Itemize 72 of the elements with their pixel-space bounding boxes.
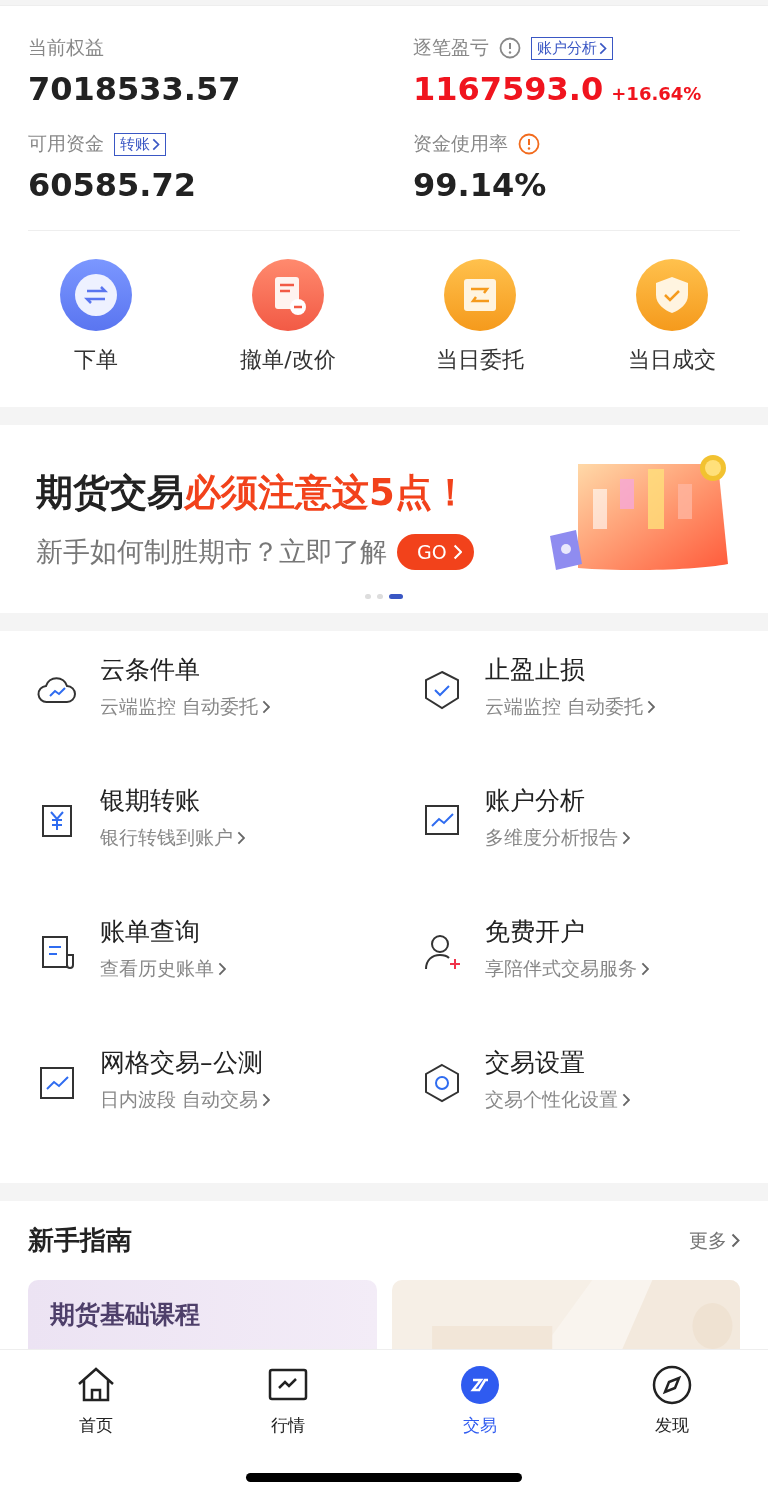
chevron-right-icon: [622, 831, 631, 845]
card-title: 期货基础课程: [50, 1300, 200, 1329]
chevron-right-icon: [599, 41, 607, 55]
banner-highlight: 必须注意这5点！: [184, 470, 469, 516]
chevron-right-icon: [731, 1233, 740, 1248]
chevron-right-icon: [262, 1093, 271, 1107]
chevron-right-icon: [218, 962, 227, 976]
tool-subtitle: 享陪伴式交易服务: [485, 956, 637, 981]
quick-action[interactable]: 当日委托: [384, 259, 576, 375]
quick-action[interactable]: 当日成交: [576, 259, 768, 375]
banner-title: 期货交易: [36, 470, 184, 516]
tool-title: 止盈止损: [485, 654, 586, 686]
compass-icon: [651, 1364, 693, 1406]
tool-title: 银期转账: [100, 785, 201, 817]
stat-value: 1167593.0: [413, 70, 604, 108]
more-link[interactable]: 更多: [689, 1227, 740, 1254]
swap-document-icon: [444, 259, 516, 331]
tool-subtitle: 交易个性化设置: [485, 1087, 618, 1112]
tab[interactable]: 交易: [384, 1364, 576, 1437]
tool-subtitle: 日内波段 自动交易: [100, 1087, 259, 1112]
tool-subtitle: 云端监控 自动委托: [100, 694, 259, 719]
tool-item[interactable]: 网格交易–公测 日内波段 自动交易: [34, 1046, 419, 1177]
chevron-right-icon: [262, 700, 271, 714]
tool-item[interactable]: 云条件单 云端监控 自动委托: [34, 653, 419, 784]
tool-subtitle: 云端监控 自动委托: [485, 694, 644, 719]
chevron-right-icon: [647, 700, 656, 714]
quick-action[interactable]: 下单: [0, 259, 192, 375]
shield-check-icon: [636, 259, 708, 331]
trade-icon: [459, 1364, 501, 1406]
link-tag[interactable]: 账户分析: [531, 36, 613, 60]
tab[interactable]: 首页: [0, 1364, 192, 1437]
stat-label: 资金使用率: [413, 131, 508, 156]
tool-item[interactable]: 止盈止损 云端监控 自动委托: [419, 653, 768, 784]
tool-subtitle: 查看历史账单: [100, 956, 214, 981]
tool-title: 账单查询: [100, 916, 201, 948]
tab[interactable]: 发现: [576, 1364, 768, 1437]
tool-title: 账户分析: [485, 785, 586, 817]
tool-subtitle: 银行转钱到账户: [100, 825, 233, 850]
tool-title: 免费开户: [485, 916, 586, 948]
chevron-right-icon: [622, 1093, 631, 1107]
info-icon[interactable]: [499, 37, 521, 59]
stat-label: 逐笔盈亏: [413, 35, 489, 60]
course-card[interactable]: 期货基础课程: [28, 1280, 377, 1349]
stat-label: 可用资金: [28, 131, 104, 156]
change-percent: +16.64%: [611, 83, 702, 104]
stat-label: 当前权益: [28, 35, 104, 60]
tool-item[interactable]: 账户分析 多维度分析报告: [419, 784, 768, 915]
transfer-arrows-icon: [60, 259, 132, 331]
chevron-right-icon: [641, 962, 650, 976]
document-minus-icon: [252, 259, 324, 331]
stat-value: 7018533.57: [28, 70, 241, 108]
warning-icon[interactable]: [518, 133, 540, 155]
stat-value: 60585.72: [28, 166, 196, 204]
quick-action[interactable]: 撤单/改价: [192, 259, 384, 375]
go-button[interactable]: GO: [397, 534, 475, 570]
chevron-right-icon: [452, 544, 463, 560]
stat-value: 99.14%: [413, 166, 547, 204]
tool-item[interactable]: 账单查询 查看历史账单: [34, 915, 419, 1046]
tool-title: 交易设置: [485, 1047, 586, 1079]
banner[interactable]: 期货交易必须注意这5点！ 新手如何制胜期市？立即了解 GO: [0, 425, 768, 613]
tool-item[interactable]: 交易设置 交易个性化设置: [419, 1046, 768, 1177]
tool-item[interactable]: 免费开户 享陪伴式交易服务: [419, 915, 768, 1046]
tool-subtitle: 多维度分析报告: [485, 825, 618, 850]
section-title: 新手指南: [28, 1224, 132, 1257]
tab[interactable]: 行情: [192, 1364, 384, 1437]
chevron-right-icon: [152, 137, 160, 151]
chevron-right-icon: [237, 831, 246, 845]
banner-subtitle: 新手如何制胜期市？立即了解: [36, 535, 387, 569]
tool-title: 云条件单: [100, 654, 201, 686]
tool-title: 网格交易–公测: [100, 1047, 264, 1079]
link-tag[interactable]: 转账: [114, 132, 166, 156]
tool-item[interactable]: 银期转账 银行转钱到账户: [34, 784, 419, 915]
